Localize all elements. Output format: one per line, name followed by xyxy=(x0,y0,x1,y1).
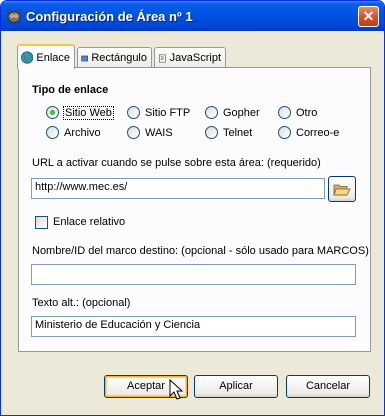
radio-archivo[interactable]: Archivo xyxy=(46,126,101,139)
script-icon xyxy=(158,54,166,62)
radio-label: Telnet xyxy=(223,126,253,139)
dialog-window: Configuración de Área nº 1 ✕ Enlace Rect… xyxy=(0,0,385,416)
tab-rectangulo[interactable]: Rectángulo xyxy=(77,47,152,68)
radio-label: WAIS xyxy=(145,126,173,139)
folder-open-icon xyxy=(333,184,351,195)
globe-icon xyxy=(21,51,34,64)
radio-indicator xyxy=(278,106,291,119)
radio-indicator xyxy=(205,126,218,139)
cancel-button[interactable]: Cancelar xyxy=(286,375,370,398)
tab-label: Enlace xyxy=(36,51,70,64)
browse-button[interactable] xyxy=(328,176,356,202)
relative-link-checkbox[interactable] xyxy=(35,216,48,229)
url-label: URL a activar cuando se pulse sobre esta… xyxy=(32,157,321,169)
relative-link-label: Enlace relativo xyxy=(53,216,126,228)
radio-sitio-web[interactable]: Sitio Web xyxy=(46,105,114,120)
alt-text-label: Texto alt.: (opcional) xyxy=(32,297,131,309)
radio-telnet[interactable]: Telnet xyxy=(205,126,252,139)
radio-indicator xyxy=(46,126,59,139)
radio-correo-e[interactable]: Correo-e xyxy=(278,126,339,139)
radio-label: Gopher xyxy=(223,106,260,119)
tab-javascript[interactable]: JavaScript xyxy=(154,47,226,68)
window-title: Configuración de Área nº 1 xyxy=(26,9,193,24)
tab-label: JavaScript xyxy=(169,52,221,64)
radio-otro[interactable]: Otro xyxy=(278,106,317,119)
gimp-icon xyxy=(6,8,22,23)
radio-indicator xyxy=(205,106,218,119)
radio-sitio-ftp[interactable]: Sitio FTP xyxy=(127,106,190,119)
radio-label: Archivo xyxy=(64,126,101,139)
radio-indicator xyxy=(127,106,140,119)
title-bar[interactable]: Configuración de Área nº 1 ✕ xyxy=(1,1,384,31)
radio-wais[interactable]: WAIS xyxy=(127,126,173,139)
url-input[interactable]: http://www.mec.es/ xyxy=(31,178,325,199)
link-tab-panel: Tipo de enlace Sitio Web Sitio FTP Gophe… xyxy=(18,67,371,352)
frame-label: Nombre/ID del marco destino: (opcional -… xyxy=(32,245,369,257)
radio-label: Otro xyxy=(296,106,318,119)
radio-label: Sitio Web xyxy=(63,105,114,120)
radio-indicator xyxy=(127,126,140,139)
radio-gopher[interactable]: Gopher xyxy=(205,106,260,119)
close-icon[interactable]: ✕ xyxy=(358,6,379,27)
radio-label: Correo-e xyxy=(296,126,340,139)
alt-text-input[interactable]: Ministerio de Educación y Ciencia xyxy=(31,316,356,337)
apply-button[interactable]: Aplicar xyxy=(194,375,278,398)
radio-indicator xyxy=(278,126,291,139)
radio-indicator xyxy=(46,106,59,119)
mouse-cursor-icon xyxy=(169,379,184,400)
tab-label: Rectángulo xyxy=(91,52,147,64)
link-type-title: Tipo de enlace xyxy=(32,84,109,96)
tab-enlace[interactable]: Enlace xyxy=(17,44,75,69)
frame-input[interactable] xyxy=(31,264,356,285)
rectangle-icon xyxy=(81,55,89,61)
radio-label: Sitio FTP xyxy=(145,106,191,119)
